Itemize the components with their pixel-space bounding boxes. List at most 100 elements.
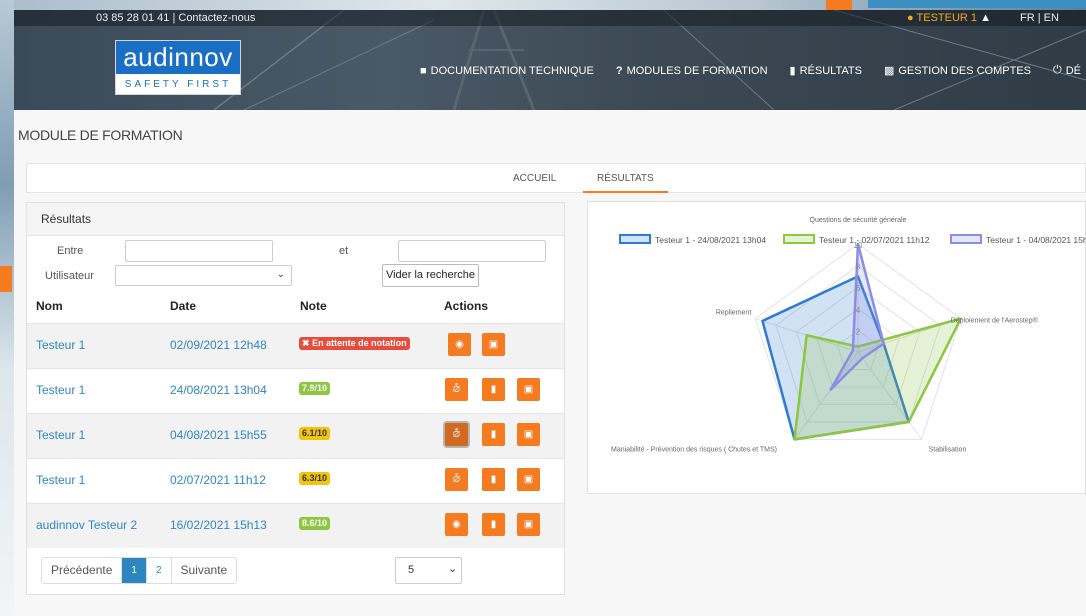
tab-results[interactable]: RÉSULTATS [583,164,668,193]
nav-label: DÉ [1065,64,1081,77]
pdf-button[interactable]: ▮ [482,513,505,536]
pdf-button[interactable]: ▮ [482,378,505,401]
from-date-input[interactable] [125,240,273,262]
lock-button[interactable]: ▣ [517,378,540,401]
contact-link[interactable]: 03 85 28 01 41 | Contactez-nous [96,12,255,24]
radar-tick-label: 8 [856,263,861,272]
nav-accounts[interactable]: ▩ GESTION DES COMPTES [883,64,1031,78]
status-badge: ✖ En attente de notation [299,337,410,350]
column-header-date[interactable]: Date [170,299,196,313]
tab-home[interactable]: ACCUEIL [513,164,556,193]
radar-tick-label: 2 [856,327,861,336]
table-row: Testeur 1 04/08/2021 15h55 6.1/10 ⦲ ▮ ▣ [27,413,564,458]
user-filter-label: Utilisateur [45,270,94,282]
legend-swatch [619,234,651,244]
table-row: Testeur 1 24/08/2021 13h04 7.9/10 ⦲ ▮ ▣ [27,368,564,413]
file-icon: ▮ [490,429,497,440]
logo-wordmark: audinnov [116,41,240,74]
nav-label: RÉSULTATS [799,64,862,77]
id-card-icon: ▩ [883,65,895,77]
nav-documentation[interactable]: ■ DOCUMENTATION TECHNIQUE [420,64,594,77]
result-user-name[interactable]: Testeur 1 [36,383,85,397]
clear-search-button[interactable]: Vider la recherche [382,264,479,287]
legend-label: Testeur 1 - 24/08/2021 13h04 [655,235,766,245]
results-chart-panel: 2 4 6 8 10 Questions de sécurité générale Dépl… [587,201,1086,494]
view-button[interactable]: ◉ [448,333,471,356]
pdf-button[interactable]: ▮ [482,423,505,446]
next-page-button[interactable]: Suivante [172,558,237,583]
radar-axis-label: Maniabilité - Prévention des risques ( C… [611,446,777,453]
pdf-button[interactable]: ▮ [482,468,505,491]
clipboard-icon: ▮ [789,65,796,77]
view-button[interactable]: ◉ [445,513,468,536]
user-icon: ● [907,12,914,24]
result-date[interactable]: 04/08/2021 15h55 [170,428,267,442]
results-title: Résultats [27,203,564,236]
file-icon: ▮ [490,474,497,485]
lock-icon: ▣ [523,384,534,395]
lock-icon: ▣ [523,519,534,530]
per-page-select[interactable]: 5 ⌄ [395,557,462,584]
background-strip-left [0,0,14,616]
question-icon: ? [615,64,623,77]
page-2-button[interactable]: 2 [147,558,172,583]
pagination: Précédente 1 2 Suivante [41,557,238,584]
radar-tick-label: 4 [856,306,861,315]
user-menu[interactable]: ● TESTEUR 1 ▲ [907,12,991,24]
lock-button[interactable]: ▣ [517,423,540,446]
bell-icon[interactable]: ▲ [980,12,991,24]
nav-label: DOCUMENTATION TECHNIQUE [430,64,594,77]
result-date[interactable]: 16/02/2021 15h13 [170,518,267,532]
language-switcher[interactable]: FR | EN [1020,12,1059,24]
grade-badge: 6.3/10 [299,472,331,485]
page-content: MODULE DE FORMATION ACCUEIL RÉSULTATS Ré… [14,110,1086,616]
result-date[interactable]: 02/09/2021 12h48 [170,338,267,352]
nav-results[interactable]: ▮ RÉSULTATS [789,64,862,78]
orange-side-tab [0,266,12,292]
radar-axis-label: Stabilisation [929,446,967,453]
table-row: audinnov Testeur 2 16/02/2021 15h13 8.6/… [27,503,564,548]
column-header-actions: Actions [444,299,489,313]
to-date-input[interactable] [398,240,546,262]
nav-modules[interactable]: ? MODULES DE FORMATION [616,64,768,77]
column-header-grade[interactable]: Note [300,299,327,313]
grade-badge: 7.9/10 [299,382,331,395]
radar-chart: 246810Questions de sécurité généraleDépl… [611,217,1086,453]
eye-icon: ◉ [455,339,464,350]
result-user-name[interactable]: audinnov Testeur 2 [36,518,137,532]
blue-accent-block [868,0,1086,8]
header-topbar: 03 85 28 01 41 | Contactez-nous ● TESTEU… [14,10,1086,26]
legend-label: Testeur 1 - 02/07/2021 11h12 [819,235,930,245]
grade-text: En attente de notation [312,338,407,348]
per-page-value: 5 [408,564,415,576]
hide-button[interactable]: ⦲ [445,468,468,491]
grade-badge: 6.1/10 [299,427,331,440]
radar-axis-label: Questions de sécurité générale [810,217,907,224]
hide-button[interactable]: ⦲ [445,423,468,446]
chevron-down-icon: ⌄ [276,269,285,280]
lock-icon: ▣ [523,429,534,440]
result-user-name[interactable]: Testeur 1 [36,473,85,487]
user-filter-select[interactable]: ⌄ [115,265,292,286]
lock-button[interactable]: ▣ [482,333,505,356]
site-header: 03 85 28 01 41 | Contactez-nous ● TESTEU… [14,10,1086,110]
previous-page-button[interactable]: Précédente [42,558,123,583]
result-user-name[interactable]: Testeur 1 [36,338,85,352]
audinnov-logo[interactable]: audinnov SAFETY FIRST [115,40,241,95]
result-date[interactable]: 24/08/2021 13h04 [170,383,267,397]
table-row: Testeur 1 02/09/2021 12h48 ✖ En attente … [27,323,564,368]
lock-button[interactable]: ▣ [517,468,540,491]
grade-badge: 8.6/10 [299,517,331,530]
result-user-name[interactable]: Testeur 1 [36,428,85,442]
legend-swatch [950,234,982,244]
table-row: Testeur 1 02/07/2021 11h12 6.3/10 ⦲ ▮ ▣ [27,458,564,503]
nav-logout[interactable]: ⏻ DÉ [1053,64,1081,77]
result-date[interactable]: 02/07/2021 11h12 [170,473,266,487]
from-date-label: Entre [57,245,84,257]
main-navigation: ■ DOCUMENTATION TECHNIQUE ? MODULES DE FOR… [420,64,1081,77]
results-panel: Résultats Entre et Utilisateur ⌄ Vider l… [26,202,565,595]
hide-button[interactable]: ⦲ [445,378,468,401]
column-header-name[interactable]: Nom [36,299,63,313]
lock-button[interactable]: ▣ [517,513,540,536]
page-1-button[interactable]: 1 [122,558,147,583]
